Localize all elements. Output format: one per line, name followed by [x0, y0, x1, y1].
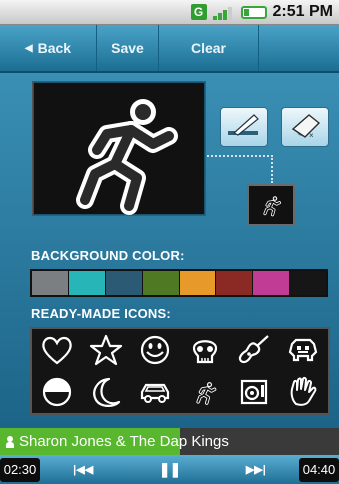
- color-swatch-4[interactable]: [142, 271, 180, 295]
- guitar-icon[interactable]: [232, 330, 276, 370]
- artist-icon: [6, 435, 14, 448]
- running-man-icon: [76, 99, 178, 215]
- next-track-button[interactable]: ▶▶|: [213, 455, 299, 484]
- star-icon[interactable]: [84, 330, 128, 370]
- now-playing-bar[interactable]: Sharon Jones & The Dap Kings: [0, 428, 339, 455]
- total-time: 04:40: [299, 457, 339, 482]
- pen-icon: [228, 114, 259, 136]
- status-time: 2:51 PM: [272, 3, 333, 20]
- circle-icon[interactable]: [35, 372, 79, 412]
- background-color-palette: [30, 269, 328, 297]
- running-man-icon[interactable]: [183, 372, 227, 412]
- battery-icon: [240, 5, 267, 19]
- color-swatch-1[interactable]: [32, 271, 69, 295]
- color-swatch-5[interactable]: [179, 271, 217, 295]
- back-label: Back: [37, 40, 72, 56]
- hand-icon[interactable]: [281, 372, 325, 412]
- pause-button[interactable]: ❚❚: [126, 455, 212, 484]
- connector-line: [271, 155, 273, 183]
- previous-track-button[interactable]: |◀◀: [40, 455, 126, 484]
- status-bar: G 2:51 PM: [0, 0, 339, 25]
- icon-thumbnail[interactable]: [247, 184, 295, 226]
- car-icon[interactable]: [133, 372, 177, 412]
- elapsed-time: 02:30: [0, 457, 40, 482]
- space-invader-icon[interactable]: [281, 330, 325, 370]
- player-controls: 02:30 |◀◀ ❚❚ ▶▶| 04:40: [0, 455, 339, 484]
- now-playing-artist: Sharon Jones & The Dap Kings: [19, 433, 229, 450]
- back-arrow-icon: ◀: [24, 42, 33, 54]
- back-button[interactable]: ◀ Back: [0, 25, 97, 71]
- running-man-icon: [263, 196, 281, 217]
- color-swatch-7[interactable]: [253, 271, 291, 295]
- moon-icon[interactable]: [84, 372, 128, 412]
- clear-button[interactable]: Clear: [159, 25, 259, 71]
- editor-panel: × BACKGROUND COLOR: READY-MADE ICONS:: [0, 73, 339, 428]
- smiley-icon[interactable]: [133, 330, 177, 370]
- connector-line: [207, 155, 273, 157]
- speaker-icon[interactable]: [232, 372, 276, 412]
- save-button[interactable]: Save: [97, 25, 159, 71]
- background-color-label: BACKGROUND COLOR:: [31, 248, 185, 263]
- color-swatch-2[interactable]: [68, 271, 106, 295]
- ready-made-icons-grid: [30, 327, 330, 415]
- skull-icon[interactable]: [183, 330, 227, 370]
- eraser-tool-button[interactable]: ×: [281, 107, 329, 147]
- heart-icon[interactable]: [35, 330, 79, 370]
- eraser-icon: ×: [291, 114, 321, 140]
- pen-tool-button[interactable]: [220, 107, 268, 147]
- color-swatch-3[interactable]: [105, 271, 143, 295]
- network-badge: G: [190, 4, 207, 20]
- ready-made-icons-label: READY-MADE ICONS:: [31, 306, 171, 321]
- toolbar: ◀ Back Save Clear: [0, 25, 339, 73]
- svg-text:×: ×: [309, 131, 314, 140]
- color-swatch-8[interactable]: [290, 271, 326, 295]
- color-swatch-6[interactable]: [216, 271, 254, 295]
- signal-icon: [212, 4, 235, 20]
- icon-preview-canvas[interactable]: [32, 81, 206, 216]
